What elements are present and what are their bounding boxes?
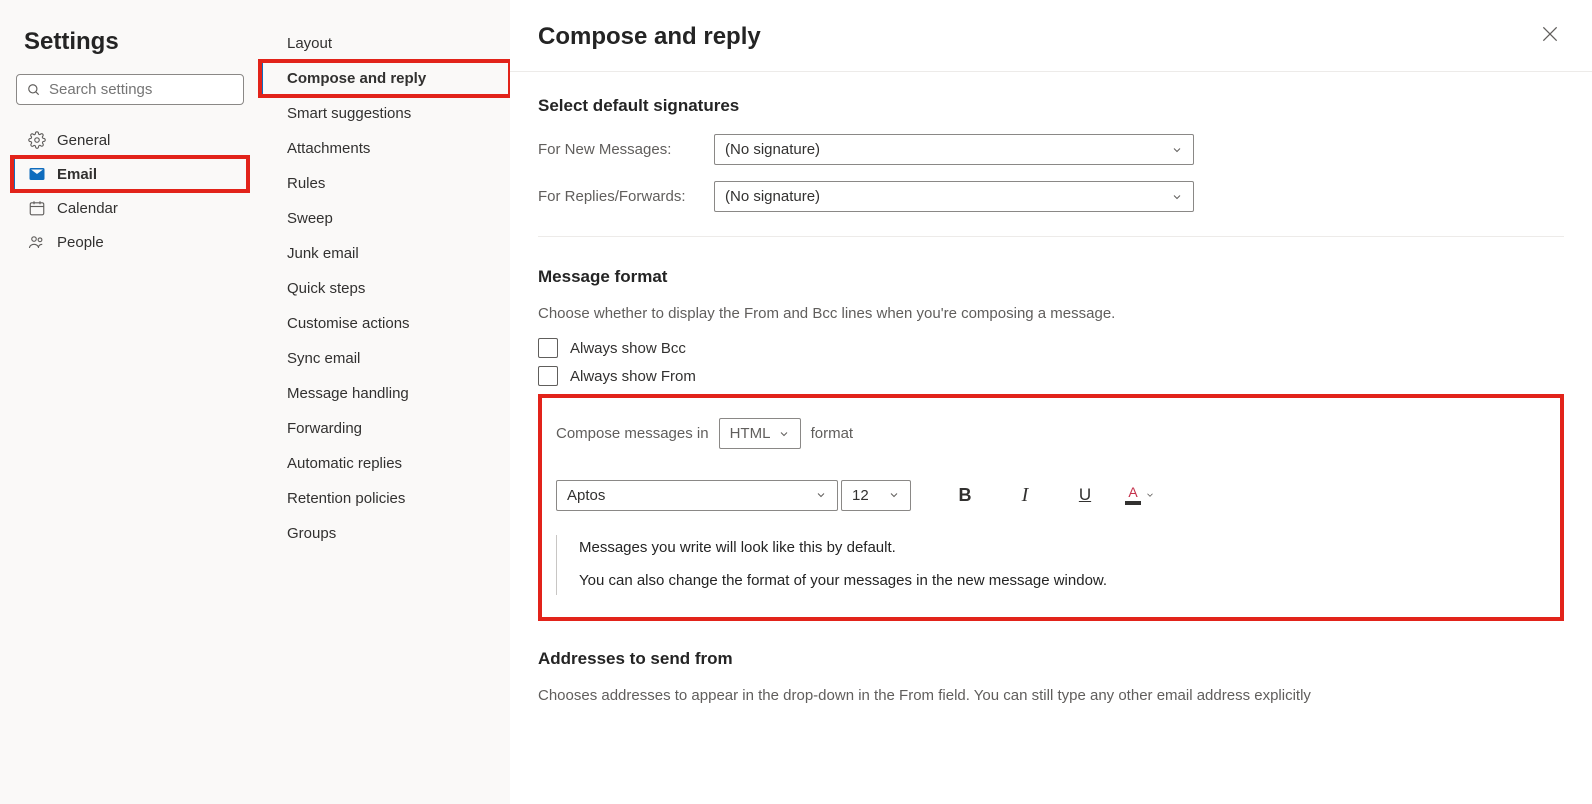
- message-format-heading: Message format: [538, 267, 1564, 287]
- underline-button[interactable]: U: [1065, 479, 1105, 511]
- compose-suffix: format: [811, 425, 854, 442]
- sub-item-retention-policies[interactable]: Retention policies: [260, 481, 510, 516]
- chevron-down-icon: [1171, 191, 1183, 203]
- new-messages-select[interactable]: (No signature): [714, 134, 1194, 165]
- compose-prefix: Compose messages in: [556, 425, 709, 442]
- select-value: 12: [852, 487, 869, 504]
- sub-item-quick-steps[interactable]: Quick steps: [260, 271, 510, 306]
- always-show-from-row: Always show From: [538, 366, 1564, 386]
- nav-label: Email: [57, 166, 97, 183]
- message-preview: Messages you write will look like this b…: [556, 535, 1546, 595]
- nav-item-calendar[interactable]: Calendar: [12, 191, 248, 225]
- font-color-button[interactable]: A: [1125, 485, 1155, 505]
- panel-body[interactable]: Select default signatures For New Messag…: [510, 72, 1592, 804]
- chevron-down-icon: [888, 489, 900, 501]
- settings-title: Settings: [12, 20, 248, 74]
- addresses-desc: Chooses addresses to appear in the drop-…: [538, 687, 1564, 704]
- sub-item-compose-and-reply[interactable]: Compose and reply: [260, 61, 510, 96]
- calendar-icon: [27, 199, 47, 217]
- replies-forwards-row: For Replies/Forwards: (No signature): [538, 181, 1564, 212]
- italic-button[interactable]: I: [1005, 479, 1045, 511]
- sub-item-rules[interactable]: Rules: [260, 166, 510, 201]
- panel-title: Compose and reply: [538, 23, 761, 51]
- sub-item-forwarding[interactable]: Forwarding: [260, 411, 510, 446]
- font-size-select[interactable]: 12: [841, 480, 911, 511]
- always-show-from-checkbox[interactable]: [538, 366, 558, 386]
- nav-item-email[interactable]: Email: [12, 157, 248, 191]
- font-name-select[interactable]: Aptos: [556, 480, 838, 511]
- sub-item-message-handling[interactable]: Message handling: [260, 376, 510, 411]
- preview-line-1: Messages you write will look like this b…: [579, 539, 1524, 556]
- chevron-down-icon: [1145, 490, 1155, 500]
- message-format-desc: Choose whether to display the From and B…: [538, 305, 1564, 322]
- select-value: Aptos: [567, 487, 605, 504]
- signatures-heading: Select default signatures: [538, 96, 1564, 116]
- panel-header: Compose and reply: [510, 0, 1592, 72]
- section-divider: [538, 236, 1564, 237]
- settings-nav-list: General Email Calendar People: [12, 123, 248, 259]
- close-button[interactable]: [1536, 20, 1564, 53]
- new-messages-label: For New Messages:: [538, 141, 698, 158]
- main-panel: Compose and reply Select default signatu…: [510, 0, 1592, 804]
- search-input[interactable]: [49, 81, 248, 98]
- replies-forwards-select[interactable]: (No signature): [714, 181, 1194, 212]
- addresses-heading: Addresses to send from: [538, 649, 1564, 669]
- compose-format-select[interactable]: HTML: [719, 418, 801, 449]
- replies-forwards-label: For Replies/Forwards:: [538, 188, 698, 205]
- always-show-bcc-checkbox[interactable]: [538, 338, 558, 358]
- nav-label: General: [57, 132, 110, 149]
- sub-item-automatic-replies[interactable]: Automatic replies: [260, 446, 510, 481]
- sub-item-attachments[interactable]: Attachments: [260, 131, 510, 166]
- new-messages-row: For New Messages: (No signature): [538, 134, 1564, 165]
- settings-sidebar: Settings General Email Calendar: [0, 0, 260, 804]
- chevron-down-icon: [815, 489, 827, 501]
- nav-item-general[interactable]: General: [12, 123, 248, 157]
- font-toolbar: Aptos 12 B I U A: [556, 479, 1546, 511]
- search-icon: [27, 83, 41, 97]
- sub-nav-list: Layout Compose and reply Smart suggestio…: [260, 26, 510, 551]
- people-icon: [27, 233, 47, 251]
- mail-icon: [27, 165, 47, 183]
- highlighted-compose-box: Compose messages in HTML format Aptos 12…: [538, 394, 1564, 621]
- always-show-bcc-label: Always show Bcc: [570, 340, 686, 357]
- sub-item-layout[interactable]: Layout: [260, 26, 510, 61]
- nav-label: Calendar: [57, 200, 118, 217]
- sub-item-customise-actions[interactable]: Customise actions: [260, 306, 510, 341]
- always-show-bcc-row: Always show Bcc: [538, 338, 1564, 358]
- sub-item-junk-email[interactable]: Junk email: [260, 236, 510, 271]
- nav-item-people[interactable]: People: [12, 225, 248, 259]
- font-color-icon: A: [1125, 485, 1141, 505]
- close-icon: [1540, 24, 1560, 44]
- gear-icon: [27, 131, 47, 149]
- select-value: (No signature): [725, 141, 820, 158]
- sub-item-sweep[interactable]: Sweep: [260, 201, 510, 236]
- compose-format-row: Compose messages in HTML format: [556, 418, 1546, 449]
- search-settings-box[interactable]: [16, 74, 244, 105]
- sub-item-sync-email[interactable]: Sync email: [260, 341, 510, 376]
- preview-line-2: You can also change the format of your m…: [579, 572, 1524, 589]
- always-show-from-label: Always show From: [570, 368, 696, 385]
- select-value: (No signature): [725, 188, 820, 205]
- email-sub-sidebar: Layout Compose and reply Smart suggestio…: [260, 0, 510, 804]
- sub-item-groups[interactable]: Groups: [260, 516, 510, 551]
- chevron-down-icon: [778, 428, 790, 440]
- chevron-down-icon: [1171, 144, 1183, 156]
- bold-button[interactable]: B: [945, 479, 985, 511]
- select-value: HTML: [730, 425, 771, 442]
- nav-label: People: [57, 234, 104, 251]
- sub-item-smart-suggestions[interactable]: Smart suggestions: [260, 96, 510, 131]
